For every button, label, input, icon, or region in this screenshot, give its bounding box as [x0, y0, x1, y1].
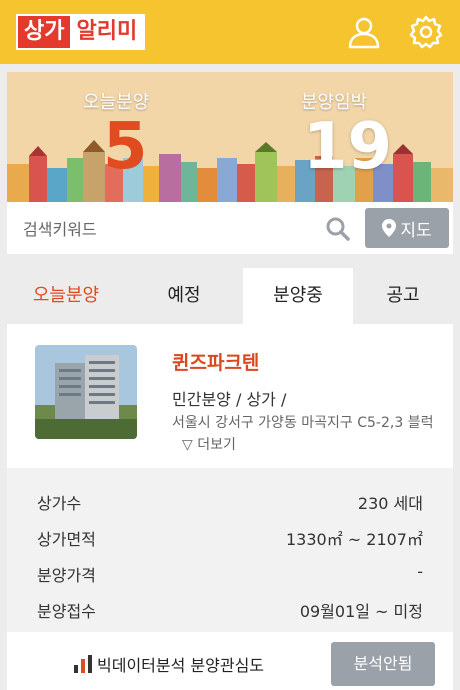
app-header: 상가 알리미: [0, 0, 460, 64]
gear-icon[interactable]: [408, 14, 444, 50]
bigdata-label: 빅데이터분석 분양관심도: [97, 656, 265, 675]
bigdata-bar: 빅데이터분석 분양관심도 분석안됨: [7, 632, 453, 690]
info-row-price: 분양가격 -: [37, 562, 423, 586]
map-button-label: 지도: [400, 220, 432, 241]
tab-upcoming[interactable]: 예정: [125, 268, 243, 324]
map-pin-icon: [382, 219, 397, 237]
info-label: 분양가격: [37, 566, 96, 585]
listing-card[interactable]: 퀸즈파크텐 민간분양 / 상가 / 서울시 강서구 가양동 마곡지구 C5-2,…: [7, 324, 453, 690]
listing-title[interactable]: 퀸즈파크텐: [172, 348, 259, 375]
info-row-units: 상가수 230 세대: [37, 490, 423, 514]
search-bar: 지도: [7, 202, 453, 254]
logo-part2: 알리미: [70, 16, 144, 48]
logo-part1: 상가: [18, 16, 71, 48]
info-row-application: 분양접수 09월01일 ~ 미정: [37, 598, 423, 622]
hero-banner: 오늘분양 5 분양임박 19: [7, 72, 453, 202]
analysis-status-button[interactable]: 분석안됨: [331, 642, 435, 686]
info-value: -: [417, 562, 423, 581]
bigdata-link[interactable]: 빅데이터분석 분양관심도: [73, 652, 264, 676]
building-image: [35, 345, 137, 439]
info-row-area: 상가면적 1330㎡ ~ 2107㎡: [37, 526, 423, 550]
user-icon[interactable]: [346, 14, 382, 50]
search-input[interactable]: [21, 210, 315, 248]
info-value: 230 세대: [357, 494, 423, 513]
tab-bar: 오늘분양 예정 분양중 공고: [7, 268, 453, 324]
imminent-sale-count: 19: [303, 110, 393, 184]
map-button[interactable]: 지도: [365, 208, 449, 248]
listing-info: 상가수 230 세대 상가면적 1330㎡ ~ 2107㎡ 분양가격 - 분양접…: [7, 468, 453, 632]
tab-today[interactable]: 오늘분양: [7, 268, 125, 324]
tab-on-sale[interactable]: 분양중: [243, 268, 353, 324]
info-label: 상가수: [37, 494, 82, 513]
listing-thumbnail[interactable]: [35, 345, 137, 439]
info-label: 상가면적: [37, 530, 96, 549]
listing-type: 민간분양 / 상가 /: [172, 390, 287, 409]
listing-address-text: 서울시 강서구 가양동 마곡지구 C5-2,3 블럭: [172, 415, 434, 431]
today-sale-count: 5: [103, 110, 148, 184]
info-value: 09월01일 ~ 미정: [299, 602, 423, 621]
bar-chart-icon: [74, 655, 92, 673]
more-link[interactable]: ▽ 더보기: [182, 437, 236, 453]
app-logo[interactable]: 상가 알리미: [16, 14, 146, 50]
info-label: 분양접수: [37, 602, 96, 621]
info-value: 1330㎡ ~ 2107㎡: [285, 530, 423, 549]
tab-notice[interactable]: 공고: [353, 268, 453, 324]
search-icon[interactable]: [325, 216, 351, 242]
listing-address: 서울시 강서구 가양동 마곡지구 C5-2,3 블럭 ▽ 더보기: [172, 412, 442, 456]
